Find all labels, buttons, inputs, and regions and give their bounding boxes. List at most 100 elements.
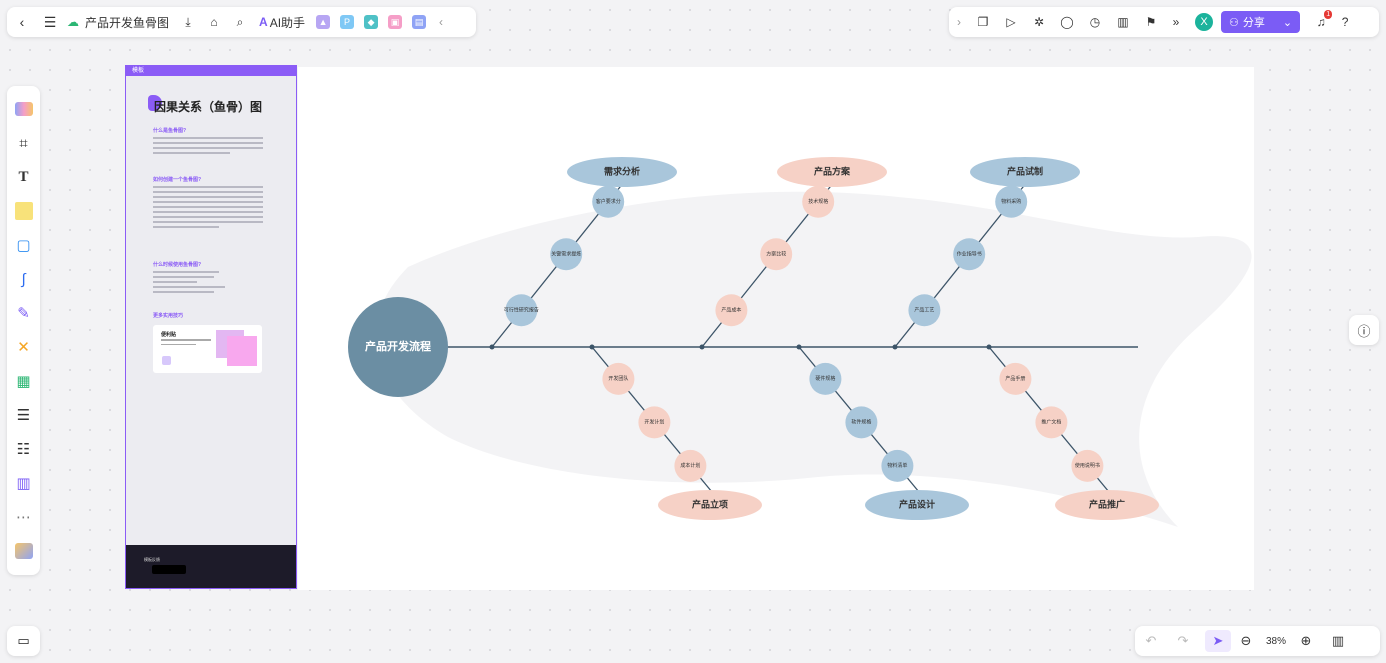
tag-icon[interactable]: ⌂ (201, 7, 227, 37)
zoom-level[interactable]: 38% (1261, 636, 1291, 647)
cause-node-label: 使用说明书 (1075, 462, 1100, 469)
comment-icon[interactable]: ◯ (1053, 7, 1081, 37)
cause-node-label: 可行性研究报告 (504, 307, 539, 314)
cause-node-label: 方案比较 (766, 251, 786, 258)
template-section-heading: 如何创建一个鱼骨图? (153, 177, 202, 183)
grid-app-icon[interactable]: ▣ (383, 7, 407, 37)
template-footer-label: 模板反馈 (144, 557, 160, 562)
list-icon[interactable]: ☷ (11, 436, 37, 462)
undo-icon[interactable]: ↶ (1135, 633, 1167, 649)
back-icon[interactable]: ‹ (7, 7, 37, 37)
timer-icon[interactable]: ◷ (1081, 7, 1109, 37)
fishbone-head-label: 产品开发流程 (365, 339, 431, 353)
fishbone-diagram[interactable]: 产品开发流程 客户要求分关键需求提炼可行性研究报告 需求分析技术规格方案比较产品成本… (298, 67, 1254, 590)
more-icon[interactable]: » (1165, 7, 1187, 37)
zoom-in-icon[interactable]: ⊕ (1291, 633, 1321, 649)
zoom-controls: ↶ ↷ ➤ ⊖ 38% ⊕ ▥ (1135, 626, 1380, 656)
template-paragraph (153, 186, 263, 231)
template-section-heading: 什么时候使用鱼骨图? (153, 262, 202, 268)
cause-node-label: 关键需求提炼 (551, 251, 581, 258)
template-footer-button[interactable] (152, 565, 186, 574)
table-icon[interactable]: ▦ (11, 368, 37, 394)
p-app-icon[interactable]: P (335, 7, 359, 37)
text-icon[interactable]: T (11, 164, 37, 190)
play-icon[interactable]: ▷ (997, 7, 1025, 37)
template-paragraph (153, 271, 263, 296)
doc-title[interactable]: 产品开发鱼骨图 (83, 7, 175, 37)
text-box-icon[interactable]: ☰ (11, 402, 37, 428)
share-label: 分享 (1242, 17, 1265, 29)
cause-node-label: 产品手册 (1005, 375, 1025, 382)
top-left-toolbar: ‹ ☰ ☁ 产品开发鱼骨图 ⤓ ⌂ ⌕ A AI助手 ▲ P ◆ ▣ ▤ ‹ (7, 7, 476, 37)
info-button[interactable]: ⓘ (1349, 315, 1379, 345)
ai-label: AI助手 (269, 15, 306, 30)
zoom-out-icon[interactable]: ⊖ (1231, 633, 1261, 649)
tip-card-badge (162, 356, 171, 365)
fish-silhouette (375, 191, 1252, 527)
cause-node-label: 软件规格 (851, 419, 871, 426)
mindmap-icon[interactable]: ✕ (11, 334, 37, 360)
cause-node-label: 技术规格 (808, 198, 828, 205)
cause-node-label: 开发团队 (608, 375, 628, 382)
collapse-icon[interactable]: ‹ (431, 7, 451, 37)
category-label: 产品试制 (1007, 165, 1043, 176)
sticky-note-icon[interactable] (11, 198, 37, 224)
more-tools-icon[interactable]: ⋯ (11, 504, 37, 530)
shape-icon[interactable]: ▢ (11, 232, 37, 258)
expand-icon[interactable]: › (949, 7, 969, 37)
avatar[interactable]: X (1195, 13, 1213, 31)
pen-icon[interactable]: ✎ (11, 300, 37, 326)
cause-node-label: 开发计划 (644, 419, 664, 426)
notification-badge: 1 (1324, 10, 1333, 19)
share-app-icon[interactable]: ◆ (359, 7, 383, 37)
cause-node-label: 产品成本 (721, 307, 741, 314)
tip-card-text (161, 339, 211, 345)
image-app-icon[interactable]: ▲ (311, 7, 335, 37)
ai-assistant-button[interactable]: A AI助手 (253, 7, 311, 37)
user-add-icon: ⚇ (1229, 16, 1239, 29)
cause-node-label: 成本计划 (680, 462, 700, 469)
connector-icon[interactable]: ∫ (11, 266, 37, 292)
celebrate-icon[interactable]: ✲ (1025, 7, 1053, 37)
plugin-icon[interactable] (11, 538, 37, 564)
share-button[interactable]: ⚇ 分享 ⌄ (1221, 11, 1301, 33)
redo-icon[interactable]: ↷ (1167, 633, 1199, 649)
select-pointer-icon[interactable]: ➤ (1205, 630, 1231, 652)
template-guide-panel[interactable]: 模板 因果关系（鱼骨）图 什么是鱼骨图? 如何创建一个鱼骨图? 什么时候使用鱼骨… (125, 65, 297, 589)
layers-icon[interactable]: ❐ (969, 7, 997, 37)
search-icon[interactable]: ⌕ (227, 7, 253, 37)
cause-node-label: 推广文档 (1041, 419, 1061, 426)
cause-node-label: 物料采购 (1001, 198, 1021, 205)
category-label: 需求分析 (604, 165, 640, 176)
template-title: 因果关系（鱼骨）图 (154, 100, 263, 114)
template-footer: 模板反馈 (126, 545, 296, 588)
rib-joint (589, 344, 595, 350)
chevron-down-icon: ⌄ (1282, 16, 1293, 29)
notification-bell-icon[interactable]: ♫ 1 (1308, 7, 1334, 37)
category-label: 产品立项 (692, 498, 728, 509)
menu-icon[interactable]: ☰ (37, 7, 63, 37)
minimap-button[interactable]: ▭ (7, 626, 40, 656)
map-view-icon[interactable]: ▥ (1321, 633, 1355, 649)
ai-icon: A (259, 15, 268, 29)
help-icon[interactable]: ? (1334, 7, 1356, 37)
frame-icon[interactable]: ⌗ (11, 130, 37, 156)
tip-card-sticky-image (227, 336, 257, 366)
download-icon[interactable]: ⤓ (175, 7, 201, 37)
rib-joint (986, 344, 992, 350)
whiteboard-canvas[interactable]: 产品开发流程 客户要求分 关键需求提炼 可行性研究报告 需求分析 技术规格 方案比较 产品成本… (298, 67, 1254, 590)
kanban-icon[interactable]: ▥ (11, 470, 37, 496)
cause-node-label: 作业指导书 (957, 251, 982, 258)
rib-joint (489, 344, 495, 350)
cause-node-label: 产品工艺 (914, 307, 934, 314)
cause-node-label: 硬件规格 (815, 375, 835, 382)
rib-joint (796, 344, 802, 350)
cloud-icon: ☁ (67, 15, 79, 29)
tip-card-title: 便利贴 (161, 332, 177, 338)
template-tip-card[interactable]: 便利贴 (153, 325, 262, 373)
chat-app-icon[interactable]: ▤ (407, 7, 431, 37)
vote-icon[interactable]: ▥ (1109, 7, 1137, 37)
cause-node-label: 物料清单 (887, 462, 907, 469)
template-icon[interactable] (11, 96, 37, 122)
flag-icon[interactable]: ⚑ (1137, 7, 1165, 37)
